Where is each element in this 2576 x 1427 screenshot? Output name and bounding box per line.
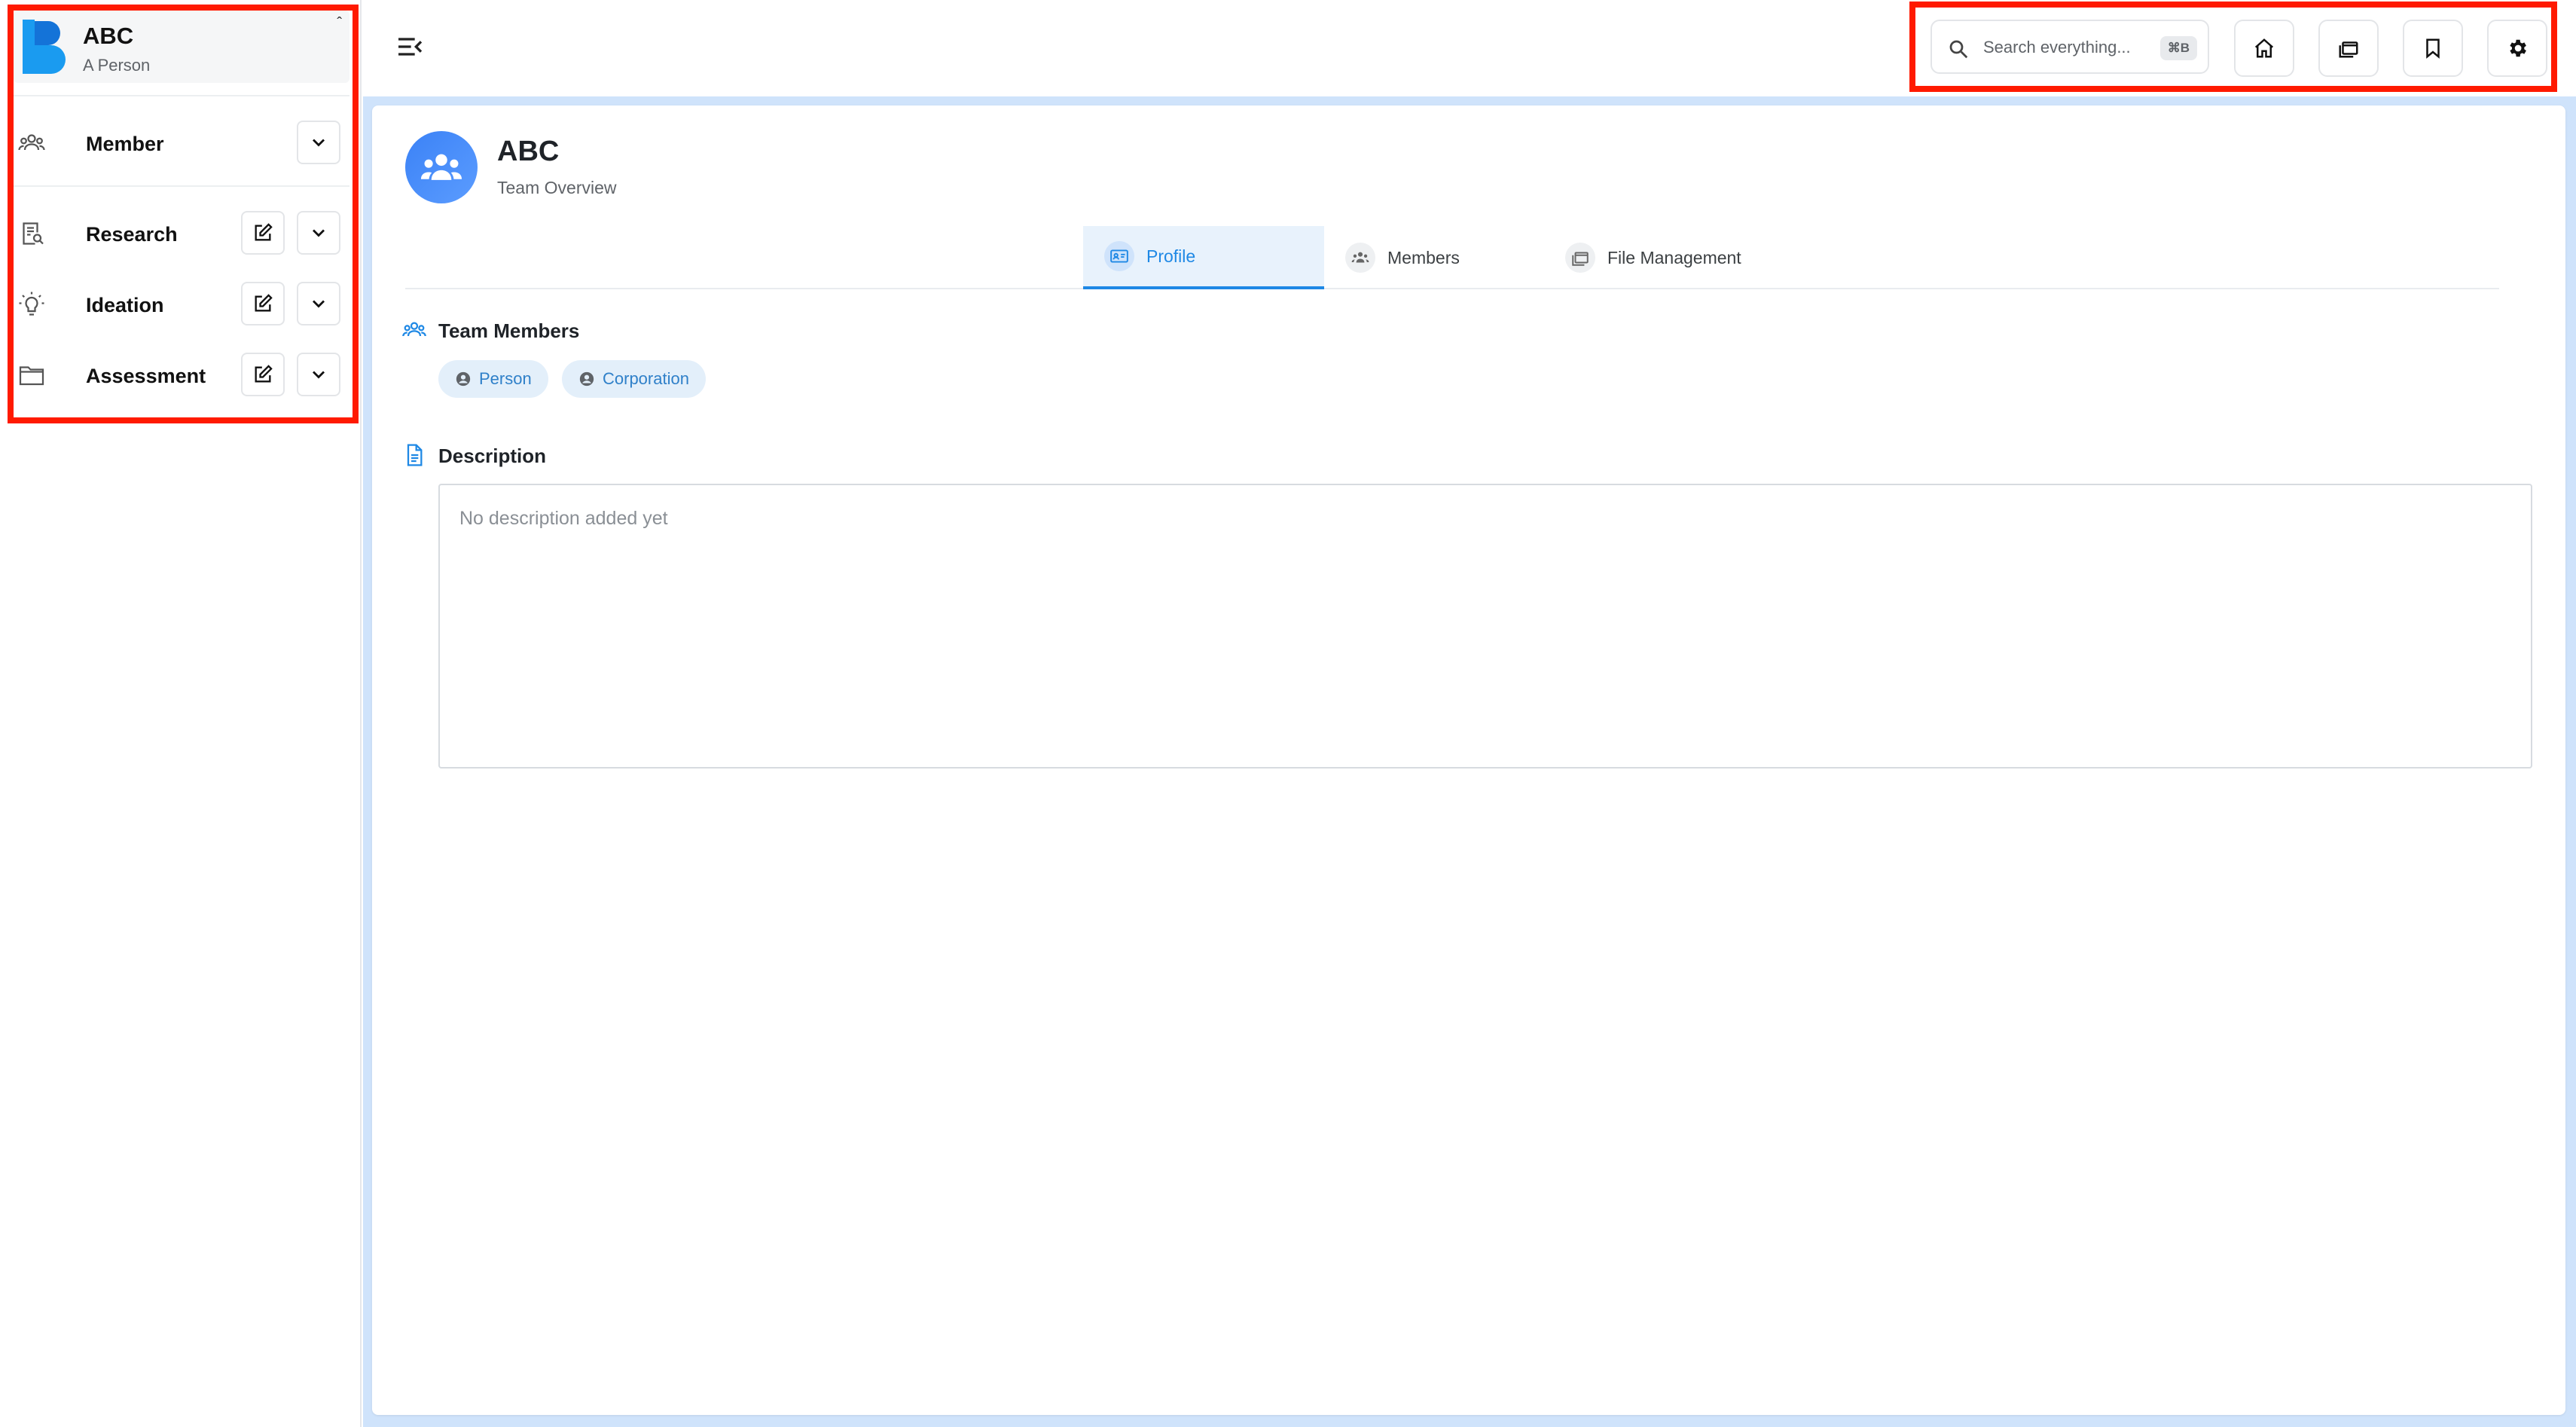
folders-icon [2339,41,2358,58]
member-chip-person[interactable]: Person [438,360,548,398]
sidebar-item-label: Research [86,223,178,246]
edit-ideation-button[interactable] [241,282,285,325]
tab-label: File Management [1607,247,1741,267]
edit-assessment-button[interactable] [241,353,285,396]
team-avatar [405,131,478,203]
brand-subtitle: A Person [83,56,151,75]
document-search-icon [23,222,44,245]
member-chip-corporation[interactable]: Corporation [562,360,706,398]
search-input[interactable]: Search everything... ⌘B [1930,20,2209,74]
team-icon [420,154,462,180]
search-icon [1949,40,1968,59]
document-icon [407,444,423,466]
chip-label: Person [479,369,532,388]
chevron-down-icon [313,371,325,379]
expand-research-button[interactable] [297,211,340,255]
sidebar-item-ideation[interactable]: Ideation [14,277,349,332]
expand-assessment-button[interactable] [297,353,340,396]
people-icon [402,322,426,337]
chip-label: Corporation [603,369,689,388]
description-placeholder: No description added yet [459,508,668,529]
chevron-down-icon [313,139,325,147]
tab-label: Profile [1146,246,1196,266]
sidebar-item-assessment[interactable]: Assessment [14,348,349,402]
team-members-title: Team Members [438,319,580,342]
id-card-icon [1104,241,1134,271]
page-subtitle: Team Overview [497,178,617,197]
gear-icon [2510,39,2526,57]
tab-file-management[interactable]: File Management [1544,226,1763,289]
brand-title: ABC [83,23,134,49]
tab-bar: Profile Members File Management [405,226,2499,289]
sidebar: ABC A Person ˆ Member Research Ideation … [0,0,362,1427]
search-shortcut-badge: ⌘B [2159,36,2197,60]
folder-icon [19,366,44,386]
brand-logo-icon [23,20,66,74]
settings-button[interactable] [2487,20,2547,77]
folders-icon [1565,243,1595,273]
home-button[interactable] [2234,20,2294,77]
home-icon [2254,38,2274,58]
lightbulb-icon [19,292,44,316]
collapse-sidebar-icon[interactable] [395,32,425,62]
expand-ideation-button[interactable] [297,282,340,325]
team-overview-card: ABC Team Overview Profile Members File M… [372,105,2565,1415]
sidebar-divider [14,95,349,96]
tab-label: Members [1387,247,1460,267]
edit-icon [255,294,273,312]
bookmark-icon [2426,38,2440,59]
edit-icon [255,365,273,383]
chevron-down-icon [313,229,325,237]
expand-member-button[interactable] [297,121,340,164]
page-title: ABC [497,136,560,167]
folders-button[interactable] [2318,20,2379,77]
people-icon [1345,243,1375,273]
tab-profile[interactable]: Profile [1083,226,1324,289]
description-title: Description [438,445,547,467]
user-circle-icon [456,371,471,387]
sidebar-divider [14,185,349,187]
sidebar-item-research[interactable]: Research [14,206,349,261]
chevron-up-icon[interactable]: ˆ [337,15,342,32]
people-icon [18,134,45,151]
edit-icon [255,223,273,241]
user-circle-icon [579,371,594,387]
description-textarea[interactable]: No description added yet [438,484,2532,769]
search-placeholder: Search everything... [1983,38,2131,57]
sidebar-item-label: Assessment [86,365,206,387]
edit-research-button[interactable] [241,211,285,255]
bookmark-button[interactable] [2403,20,2463,77]
sidebar-item-label: Ideation [86,294,164,316]
brand-header[interactable]: ABC A Person ˆ [14,11,349,83]
tab-members[interactable]: Members [1324,226,1481,289]
chevron-down-icon [313,300,325,308]
sidebar-item-label: Member [86,133,164,155]
sidebar-item-member[interactable]: Member [14,116,349,170]
